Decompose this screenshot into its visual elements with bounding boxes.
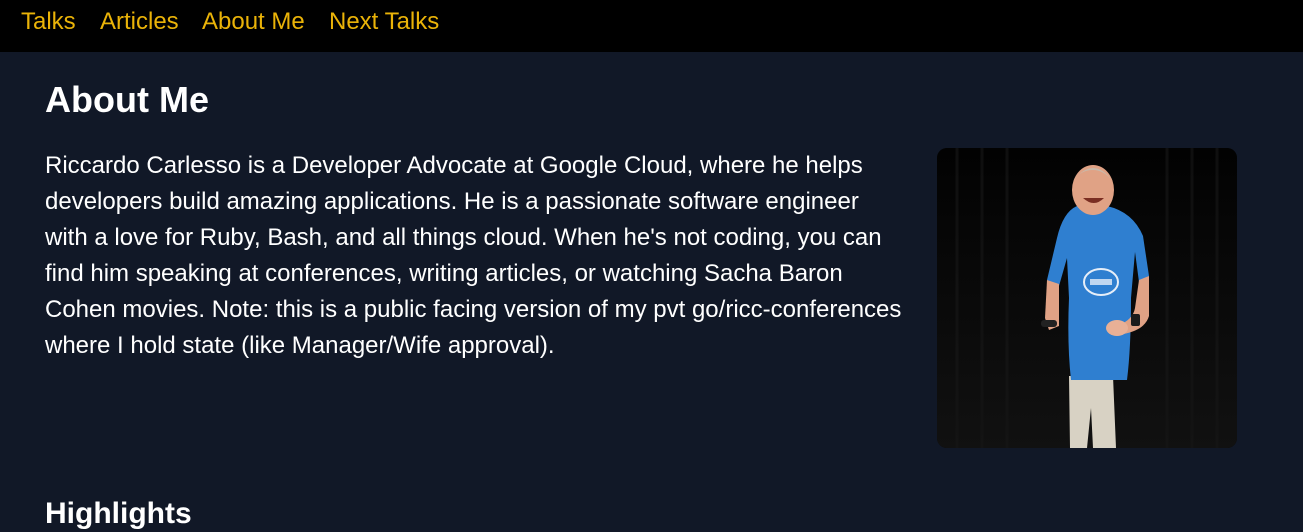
highlights-title: Highlights: [45, 497, 192, 530]
profile-photo: [937, 148, 1237, 448]
nav-link-articles[interactable]: Articles: [100, 8, 179, 36]
nav-link-next-talks[interactable]: Next Talks: [329, 8, 439, 36]
nav-link-about-me[interactable]: About Me: [202, 8, 305, 36]
bio-text: Riccardo Carlesso is a Developer Advocat…: [45, 152, 902, 359]
page-title: About Me: [45, 79, 209, 120]
top-nav: Talks Articles About Me Next Talks: [0, 0, 1303, 52]
nav-link-talks[interactable]: Talks: [21, 8, 76, 36]
